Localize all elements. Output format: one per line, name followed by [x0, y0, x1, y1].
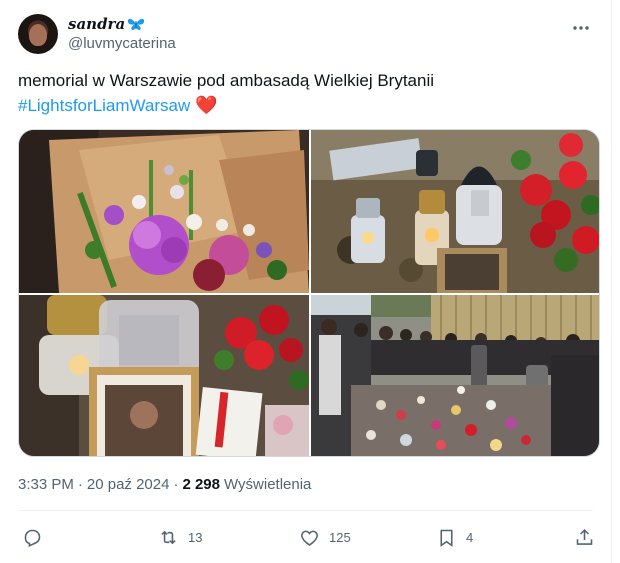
retweet-icon — [161, 530, 176, 544]
candles-and-roses-photo — [311, 130, 599, 293]
media-image-3[interactable] — [19, 295, 309, 456]
tweet-text-line: memorial w Warszawie pod ambasadą Wielki… — [18, 71, 435, 90]
like-button[interactable]: 125 — [299, 522, 351, 552]
reply-button[interactable] — [22, 522, 43, 552]
tweet-text-hashtag-line: #LightsforLiamWarsaw ❤️ — [18, 93, 598, 118]
bookmark-button[interactable]: 4 — [436, 522, 473, 552]
like-count: 125 — [329, 529, 351, 545]
views-count: 2 298 — [182, 476, 220, 493]
more-horizontal-icon — [573, 26, 589, 30]
butterfly-emoji-icon — [128, 18, 145, 30]
heart-icon — [301, 530, 318, 546]
bookmark-icon — [440, 529, 453, 547]
media-image-4[interactable] — [311, 295, 599, 456]
media-image-1[interactable] — [19, 130, 309, 293]
tweet-date[interactable]: 20 paź 2024 — [87, 476, 170, 493]
display-name[interactable]: sandra — [68, 15, 176, 33]
share-button[interactable] — [574, 522, 595, 552]
red-heart-emoji: ❤️ — [195, 95, 218, 115]
more-options-button[interactable] — [569, 16, 593, 40]
meta-separator: · — [173, 476, 179, 493]
reply-icon — [24, 529, 41, 547]
retweet-count: 13 — [188, 529, 203, 545]
divider — [18, 510, 593, 511]
media-grid — [18, 129, 600, 457]
bookmark-count: 4 — [466, 529, 474, 545]
tweet-time[interactable]: 3:33 PM — [18, 476, 74, 493]
retweet-button[interactable]: 13 — [158, 522, 202, 552]
avatar[interactable] — [18, 14, 58, 54]
tweet-header: sandra @luvmycaterina — [18, 12, 597, 56]
action-bar: 13 125 4 — [18, 522, 598, 552]
tweet-card: sandra @luvmycaterina memorial w Warszaw… — [0, 0, 612, 563]
hashtag-link[interactable]: #LightsforLiamWarsaw — [18, 96, 190, 115]
media-image-2[interactable] — [311, 130, 599, 293]
share-icon — [576, 528, 593, 545]
tweet-text: memorial w Warszawie pod ambasadą Wielki… — [18, 68, 598, 118]
crowd-at-memorial-photo — [311, 295, 599, 456]
handle[interactable]: @luvmycaterina — [68, 35, 176, 53]
display-name-text: sandra — [68, 15, 126, 33]
views-label: Wyświetlenia — [224, 476, 312, 493]
tweet-meta: 3:33 PM · 20 paź 2024 · 2 298 Wyświetlen… — [18, 476, 311, 493]
flower-bouquet-photo — [19, 130, 309, 293]
meta-separator: · — [77, 476, 83, 493]
author-names: sandra @luvmycaterina — [68, 15, 176, 53]
lantern-and-framed-photo — [19, 295, 309, 456]
